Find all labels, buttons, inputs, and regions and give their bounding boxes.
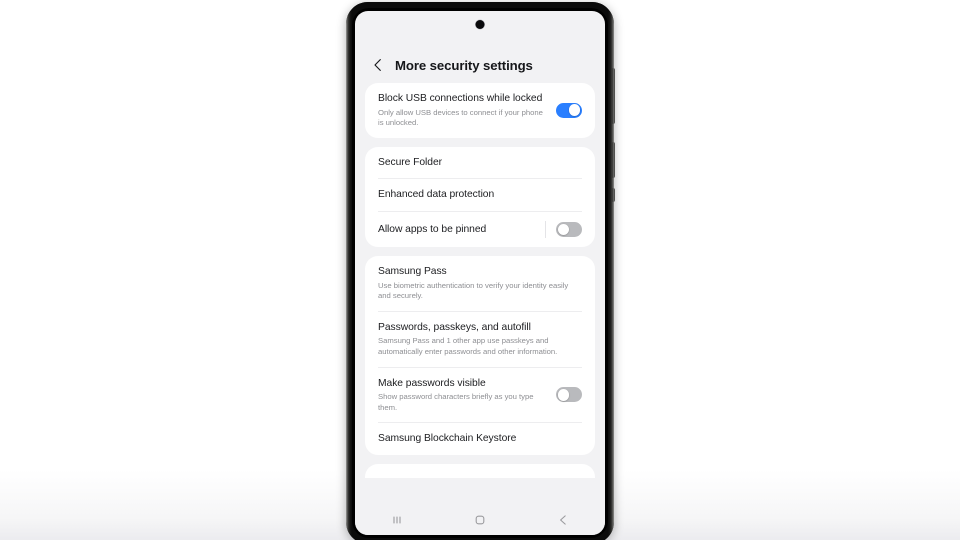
row-subtitle: Samsung Pass and 1 other app use passkey…	[378, 336, 558, 356]
row-texts: Secure Folder	[378, 156, 582, 170]
row-block-usb-connections[interactable]: Block USB connections while locked Only …	[365, 83, 595, 138]
row-secure-folder[interactable]: Secure Folder	[365, 147, 595, 179]
row-make-passwords-visible[interactable]: Make passwords visible Show password cha…	[365, 368, 595, 423]
app-header: More security settings	[355, 47, 605, 83]
row-title: Allow apps to be pinned	[378, 223, 487, 235]
front-camera-punch-hole	[475, 20, 485, 29]
row-samsung-pass[interactable]: Samsung Pass Use biometric authenticatio…	[365, 256, 595, 311]
power-button[interactable]	[612, 142, 615, 178]
row-texts: Passwords, passkeys, and autofill Samsun…	[378, 321, 582, 358]
row-title: Make passwords visible	[378, 377, 486, 389]
settings-card-folder: Secure Folder Enhanced data protection A…	[365, 146, 595, 247]
page-title: More security settings	[395, 57, 533, 73]
row-passwords-passkeys-autofill[interactable]: Passwords, passkeys, and autofill Samsun…	[365, 312, 595, 367]
row-title: Enhanced data protection	[378, 189, 495, 201]
recents-icon[interactable]	[355, 505, 438, 535]
phone-screen: More security settings Block USB connect…	[355, 11, 605, 535]
toggle-knob	[557, 389, 570, 401]
phone-device: More security settings Block USB connect…	[346, 2, 615, 540]
toggle-wrapper	[545, 220, 582, 238]
row-subtitle: Show password characters briefly as you …	[378, 392, 534, 412]
row-subtitle: Only allow USB devices to connect if you…	[378, 107, 543, 128]
row-texts: Samsung Blockchain Keystore	[378, 432, 582, 446]
toggle-knob	[557, 223, 570, 236]
row-texts: Allow apps to be pinned	[378, 223, 535, 237]
row-title: Samsung Pass	[378, 265, 447, 277]
row-enhanced-data-protection[interactable]: Enhanced data protection	[365, 179, 595, 211]
toggle-wrapper	[556, 387, 582, 403]
back-chevron-icon[interactable]	[371, 58, 385, 72]
row-title: Samsung Blockchain Keystore	[378, 433, 517, 445]
settings-card-next-partial[interactable]	[365, 463, 595, 478]
toggle-allow-apps-to-be-pinned[interactable]	[556, 221, 582, 237]
back-icon[interactable]	[522, 505, 605, 535]
row-texts: Samsung Pass Use biometric authenticatio…	[378, 265, 582, 302]
row-samsung-blockchain-keystore[interactable]: Samsung Blockchain Keystore	[365, 423, 595, 455]
toggle-separator	[545, 220, 546, 238]
row-texts: Block USB connections while locked Only …	[378, 92, 546, 129]
row-allow-apps-to-be-pinned[interactable]: Allow apps to be pinned	[365, 212, 595, 247]
row-subtitle: Use biometric authentication to verify y…	[378, 280, 569, 301]
settings-card-pass: Samsung Pass Use biometric authenticatio…	[365, 255, 595, 455]
screenshot-stage: More security settings Block USB connect…	[0, 0, 960, 540]
home-icon[interactable]	[438, 505, 521, 535]
toggle-make-passwords-visible[interactable]	[556, 387, 582, 403]
settings-card-usb: Block USB connections while locked Only …	[365, 83, 595, 138]
side-key-button[interactable]	[612, 188, 615, 202]
system-navigation-bar	[355, 505, 605, 535]
volume-button[interactable]	[612, 68, 615, 124]
toggle-knob	[568, 104, 581, 117]
row-title: Passwords, passkeys, and autofill	[378, 321, 531, 333]
settings-scroll-content[interactable]: Block USB connections while locked Only …	[355, 83, 605, 505]
row-texts: Make passwords visible Show password cha…	[378, 377, 546, 414]
row-texts: Enhanced data protection	[378, 188, 582, 202]
row-title: Secure Folder	[378, 156, 443, 168]
toggle-wrapper	[556, 102, 582, 118]
toggle-block-usb-connections[interactable]	[556, 102, 582, 118]
row-title: Block USB connections while locked	[378, 93, 543, 104]
